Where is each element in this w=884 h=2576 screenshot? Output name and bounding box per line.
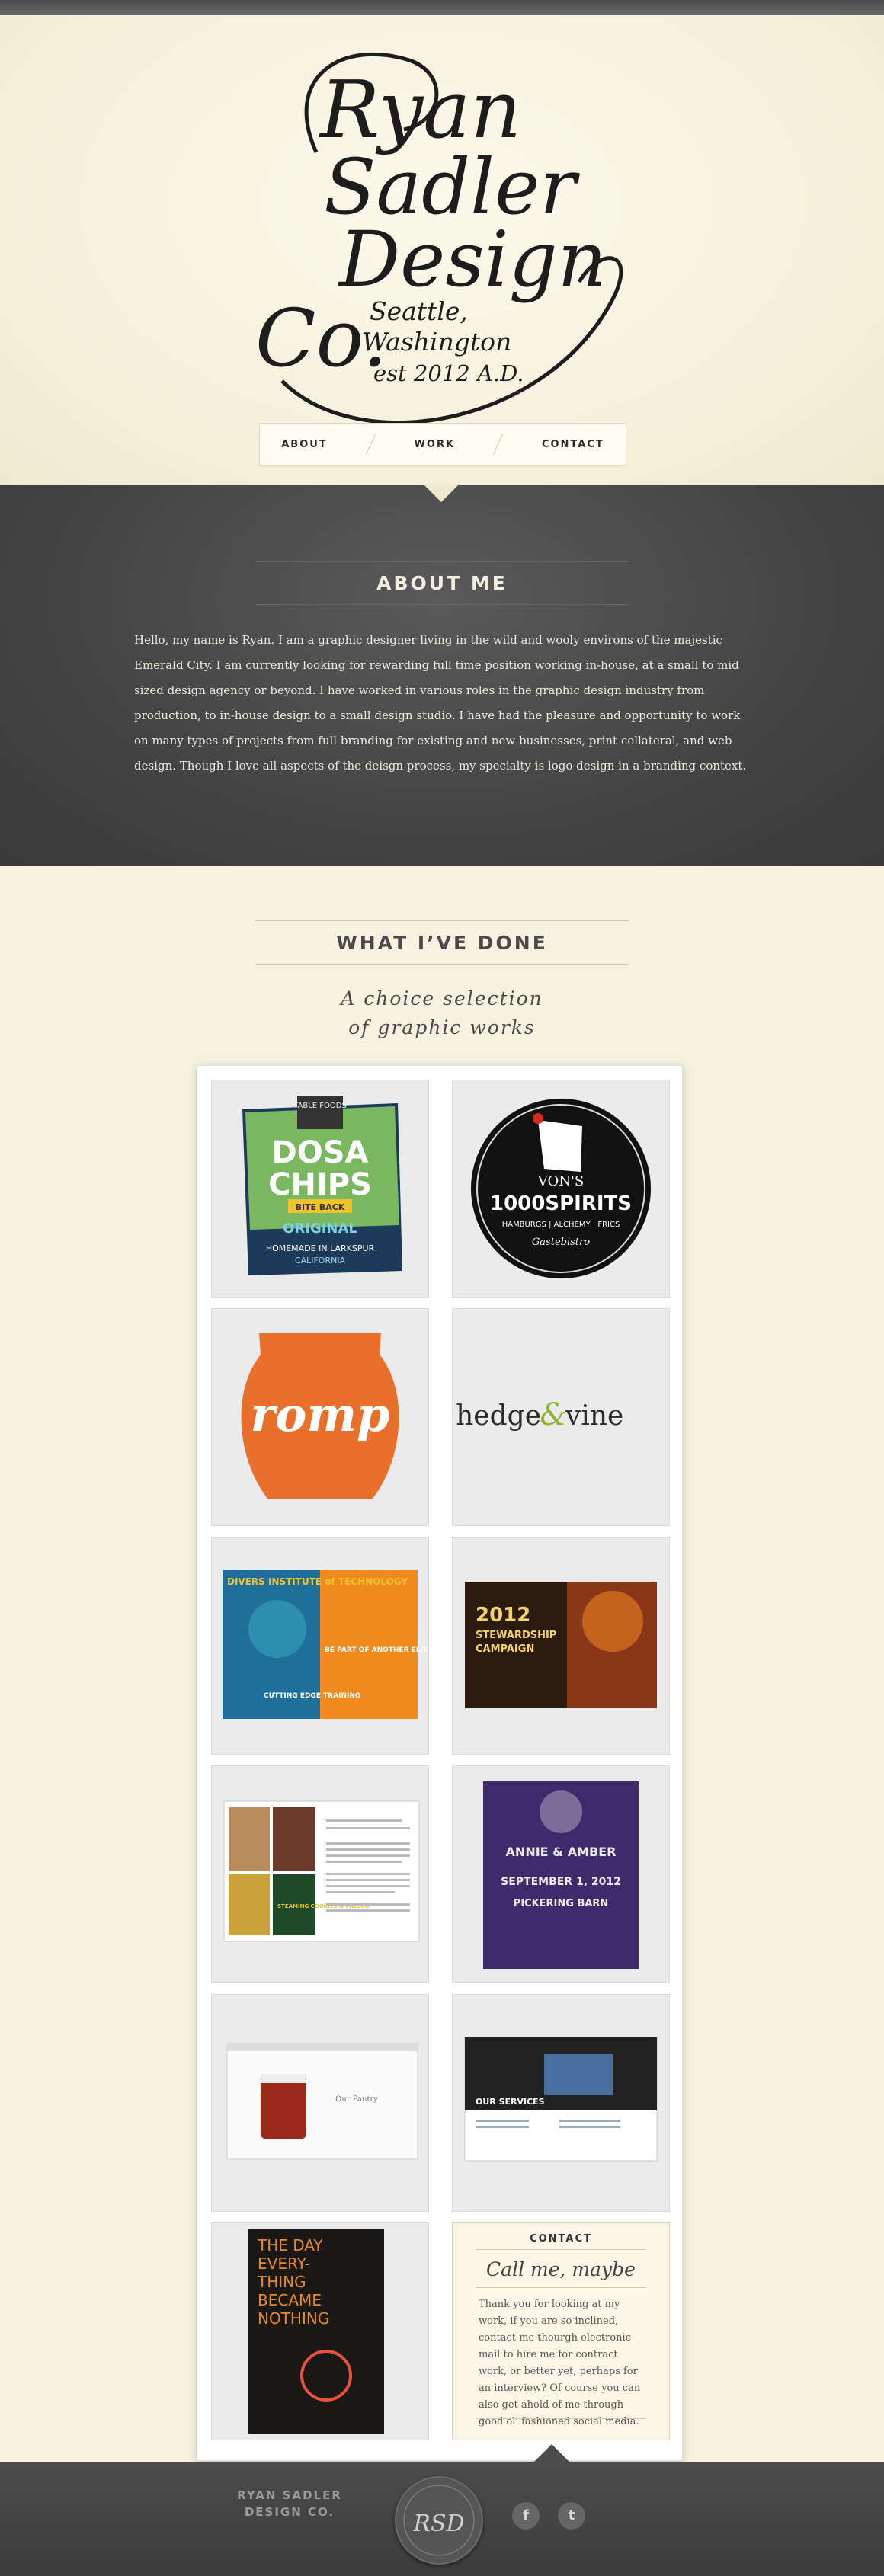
top-bar bbox=[0, 0, 884, 15]
footer-name-line: RYAN SADLER bbox=[237, 2488, 342, 2502]
svg-text:romp: romp bbox=[251, 1387, 390, 1442]
portfolio-tile-jam-website[interactable]: Our Pantry bbox=[211, 1994, 429, 2212]
divider bbox=[476, 2287, 646, 2288]
about-section: ABOUT ME Hello, my name is Ryan. I am a … bbox=[0, 484, 884, 866]
svg-text:hedge: hedge bbox=[456, 1400, 541, 1432]
portfolio-grid: TABLE FOODS DOSA CHIPS BITE BACK ORIGINA… bbox=[197, 1065, 683, 2461]
svg-text:&: & bbox=[540, 1397, 567, 1432]
footer-brand-name: RYAN SADLER DESIGN CO. bbox=[229, 2487, 351, 2520]
monogram-mark: RSD bbox=[403, 2485, 475, 2556]
portfolio-tile-stewardship-campaign[interactable]: 2012 STEWARDSHIP CAMPAIGN bbox=[452, 1537, 670, 1755]
svg-text:BECAME: BECAME bbox=[258, 2291, 322, 2309]
svg-text:vine: vine bbox=[565, 1400, 623, 1432]
nav-contact[interactable]: CONTACT bbox=[542, 439, 604, 450]
svg-text:EVERY-: EVERY- bbox=[258, 2254, 310, 2273]
svg-text:CAMPAIGN: CAMPAIGN bbox=[476, 1643, 534, 1655]
svg-text:2012: 2012 bbox=[476, 1604, 530, 1627]
dosa-chips-artwork: TABLE FOODS DOSA CHIPS BITE BACK ORIGINA… bbox=[242, 1096, 402, 1275]
svg-text:THING: THING bbox=[257, 2273, 306, 2291]
svg-text:ORIGINAL: ORIGINAL bbox=[283, 1221, 357, 1237]
jam-website-artwork: Our Pantry bbox=[226, 2043, 418, 2160]
svg-text:CALIFORNIA: CALIFORNIA bbox=[295, 1256, 346, 1266]
svg-text:1000SPIRITS: 1000SPIRITS bbox=[490, 1192, 632, 1215]
main-nav: ABOUT WORK CONTACT bbox=[259, 423, 626, 466]
svg-text:TABLE FOODS: TABLE FOODS bbox=[293, 1102, 347, 1110]
portfolio-tile-wedding-papercut[interactable]: ANNIE & AMBER SEPTEMBER 1, 2012 PICKERIN… bbox=[452, 1765, 670, 1983]
contact-subhead: Call me, maybe bbox=[486, 2258, 636, 2280]
divers-artwork: DIVERS INSTITUTE of TECHNOLOGY CUTTING E… bbox=[223, 1570, 428, 1719]
logo-wordmark: Ryan Sadler Design Co. Seattle, Washingt… bbox=[255, 53, 623, 424]
about-body: Hello, my name is Ryan. I am a graphic d… bbox=[134, 633, 747, 773]
portfolio-tile-dosa-chips[interactable]: TABLE FOODS DOSA CHIPS BITE BACK ORIGINA… bbox=[211, 1080, 429, 1298]
work-tagline: A choice selection of graphic works bbox=[290, 984, 594, 1042]
svg-text:CUTTING EDGE TRAINING: CUTTING EDGE TRAINING bbox=[264, 1692, 360, 1700]
svg-text:NOTHING: NOTHING bbox=[258, 2309, 329, 2328]
services-website-artwork: OUR SERVICES bbox=[464, 2037, 658, 2162]
svg-text:Gastebistro: Gastebistro bbox=[532, 1237, 590, 1248]
contact-body: Thank you for looking at my work, if you… bbox=[479, 2299, 641, 2427]
twitter-icon[interactable]: t bbox=[558, 2502, 585, 2530]
portfolio-tile-vons-1000-spirits[interactable]: VON'S 1000SPIRITS HAMBURGS | ALCHEMY | F… bbox=[452, 1080, 670, 1298]
nav-about[interactable]: ABOUT bbox=[281, 439, 327, 450]
svg-text:Our Pantry: Our Pantry bbox=[335, 2095, 378, 2104]
svg-text:CHIPS: CHIPS bbox=[268, 1167, 372, 1202]
portfolio-tile-romp[interactable]: romp bbox=[211, 1308, 429, 1526]
recipe-artwork: STEAMING COOKIES & FRESCO bbox=[223, 1800, 420, 1942]
wedding-artwork: ANNIE & AMBER SEPTEMBER 1, 2012 PICKERIN… bbox=[483, 1781, 639, 1969]
contact-card: CONTACT Call me, maybe Thank you for loo… bbox=[452, 2222, 670, 2440]
svg-text:HOMEMADE IN LARKSPUR: HOMEMADE IN LARKSPUR bbox=[266, 1243, 375, 1253]
portfolio-tile-recipe-spread[interactable]: STEAMING COOKIES & FRESCO bbox=[211, 1765, 429, 1983]
section-notch bbox=[423, 484, 460, 502]
stewardship-artwork: 2012 STEWARDSHIP CAMPAIGN bbox=[465, 1582, 657, 1708]
monogram-logo[interactable]: RSD bbox=[395, 2476, 483, 2565]
svg-text:SEPTEMBER 1, 2012: SEPTEMBER 1, 2012 bbox=[501, 1876, 621, 1888]
portfolio-tile-divers-institute[interactable]: DIVERS INSTITUTE of TECHNOLOGY CUTTING E… bbox=[211, 1537, 429, 1755]
nav-separator bbox=[493, 434, 504, 455]
nav-separator bbox=[365, 434, 376, 455]
portfolio-tile-services-website[interactable]: OUR SERVICES bbox=[452, 1994, 670, 2212]
footer: RYAN SADLER DESIGN CO. RSD f t bbox=[0, 2444, 884, 2576]
nav-work[interactable]: WORK bbox=[415, 439, 455, 450]
logo: Ryan Sadler Design Co. Seattle, Washingt… bbox=[251, 30, 678, 457]
svg-text:VON'S: VON'S bbox=[537, 1173, 584, 1189]
facebook-icon[interactable]: f bbox=[512, 2502, 540, 2530]
svg-text:DIVERS INSTITUTE of TECHNOLOGY: DIVERS INSTITUTE of TECHNOLOGY bbox=[227, 1576, 408, 1587]
logo-est: est 2012 A.D. bbox=[373, 360, 524, 386]
footer-name-line: DESIGN CO. bbox=[244, 2505, 335, 2519]
svg-text:STEWARDSHIP: STEWARDSHIP bbox=[476, 1630, 556, 1641]
svg-text:ANNIE & AMBER: ANNIE & AMBER bbox=[506, 1845, 617, 1859]
book-cover-artwork: THE DAY EVERY- THING BECAME NOTHING bbox=[248, 2229, 384, 2434]
logo-seattle: Seattle, bbox=[370, 296, 468, 326]
tagline-line: A choice selection bbox=[341, 987, 543, 1010]
svg-text:PICKERING BARN: PICKERING BARN bbox=[514, 1898, 609, 1909]
header: Ryan Sadler Design Co. Seattle, Washingt… bbox=[0, 15, 884, 485]
svg-text:HAMBURGS | ALCHEMY | FRICS: HAMBURGS | ALCHEMY | FRICS bbox=[502, 1221, 620, 1229]
logo-design: Design bbox=[338, 215, 607, 304]
romp-artwork: romp bbox=[241, 1333, 399, 1499]
hedge-vine-artwork: hedge & vine bbox=[456, 1397, 623, 1432]
work-heading: WHAT I’VE DONE bbox=[255, 920, 629, 965]
svg-text:BITE BACK: BITE BACK bbox=[296, 1202, 345, 1212]
svg-text:OUR SERVICES: OUR SERVICES bbox=[476, 2097, 545, 2107]
svg-text:RSD: RSD bbox=[412, 2510, 464, 2537]
footer-notch bbox=[533, 2444, 570, 2462]
tagline-line: of graphic works bbox=[348, 1016, 536, 1038]
svg-text:DOSA: DOSA bbox=[272, 1135, 369, 1170]
svg-text:THE DAY: THE DAY bbox=[257, 2236, 323, 2254]
vons-artwork: VON'S 1000SPIRITS HAMBURGS | ALCHEMY | F… bbox=[471, 1099, 651, 1278]
portfolio-tile-book-cover[interactable]: THE DAY EVERY- THING BECAME NOTHING bbox=[211, 2222, 429, 2440]
logo-washington: Washington bbox=[362, 327, 511, 357]
divider bbox=[476, 2418, 646, 2419]
about-heading: ABOUT ME bbox=[255, 561, 629, 605]
contact-heading: CONTACT bbox=[476, 2229, 646, 2250]
svg-text:BE PART OF ANOTHER ELITE TEAM: BE PART OF ANOTHER ELITE TEAM bbox=[325, 1646, 428, 1654]
portfolio-tile-hedge-vine[interactable]: hedge & vine bbox=[452, 1308, 670, 1526]
